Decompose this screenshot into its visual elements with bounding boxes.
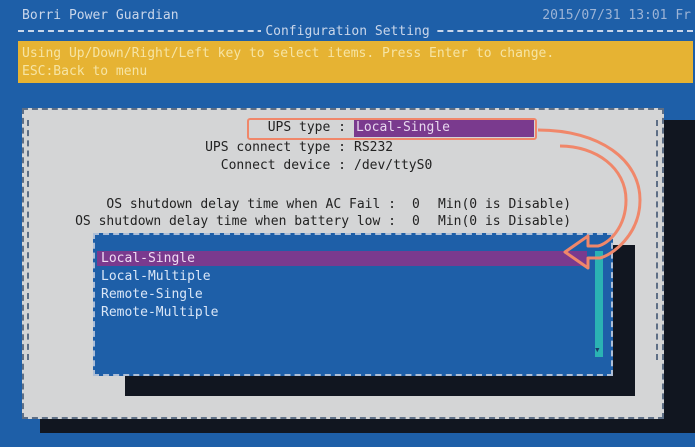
annotation-arrow-icon: [537, 128, 642, 270]
